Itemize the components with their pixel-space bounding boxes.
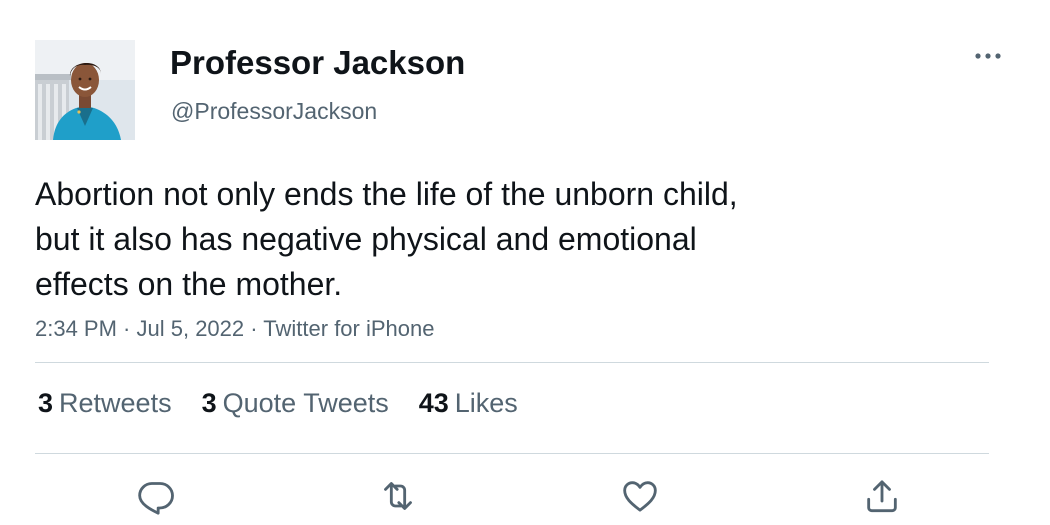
- like-button[interactable]: [616, 472, 664, 520]
- retweets-count: 3: [38, 388, 54, 418]
- avatar[interactable]: [35, 40, 135, 140]
- tweet-stats: 3 Retweets 3 Quote Tweets 43 Likes: [38, 388, 518, 419]
- retweets-stat[interactable]: 3 Retweets: [38, 388, 172, 419]
- divider: [35, 362, 989, 363]
- meta-separator: ·: [244, 316, 264, 341]
- tweet-time[interactable]: 2:34 PM: [35, 316, 117, 341]
- share-button[interactable]: [858, 472, 906, 520]
- tweet-card: Professor Jackson @ProfessorJackson Abor…: [0, 0, 1050, 525]
- tweet-meta: 2:34 PM · Jul 5, 2022 · Twitter for iPho…: [35, 316, 434, 342]
- meta-separator: ·: [116, 316, 137, 341]
- likes-stat[interactable]: 43 Likes: [419, 388, 518, 419]
- quote-tweets-label: Quote Tweets: [222, 388, 389, 418]
- avatar-photo: [35, 40, 135, 140]
- user-handle[interactable]: @ProfessorJackson: [171, 98, 377, 125]
- more-icon: [975, 53, 1001, 59]
- tweet-source[interactable]: Twitter for iPhone: [263, 316, 434, 341]
- retweet-icon: [384, 482, 412, 510]
- quote-tweets-count: 3: [201, 388, 217, 418]
- divider: [35, 453, 989, 454]
- likes-count: 43: [418, 388, 449, 418]
- retweet-button[interactable]: [374, 472, 422, 520]
- reply-button[interactable]: [132, 472, 180, 520]
- reply-icon: [138, 482, 174, 515]
- share-icon: [867, 480, 897, 513]
- action-bar: [0, 472, 1050, 520]
- quote-tweets-stat[interactable]: 3 Quote Tweets: [202, 388, 389, 419]
- tweet-text: Abortion not only ends the life of the u…: [35, 176, 738, 302]
- like-icon: [623, 481, 657, 512]
- retweets-label: Retweets: [59, 388, 172, 418]
- display-name[interactable]: Professor Jackson: [170, 44, 465, 82]
- tweet-date[interactable]: Jul 5, 2022: [137, 316, 245, 341]
- more-options-button[interactable]: [968, 44, 1008, 68]
- likes-label: Likes: [454, 388, 518, 418]
